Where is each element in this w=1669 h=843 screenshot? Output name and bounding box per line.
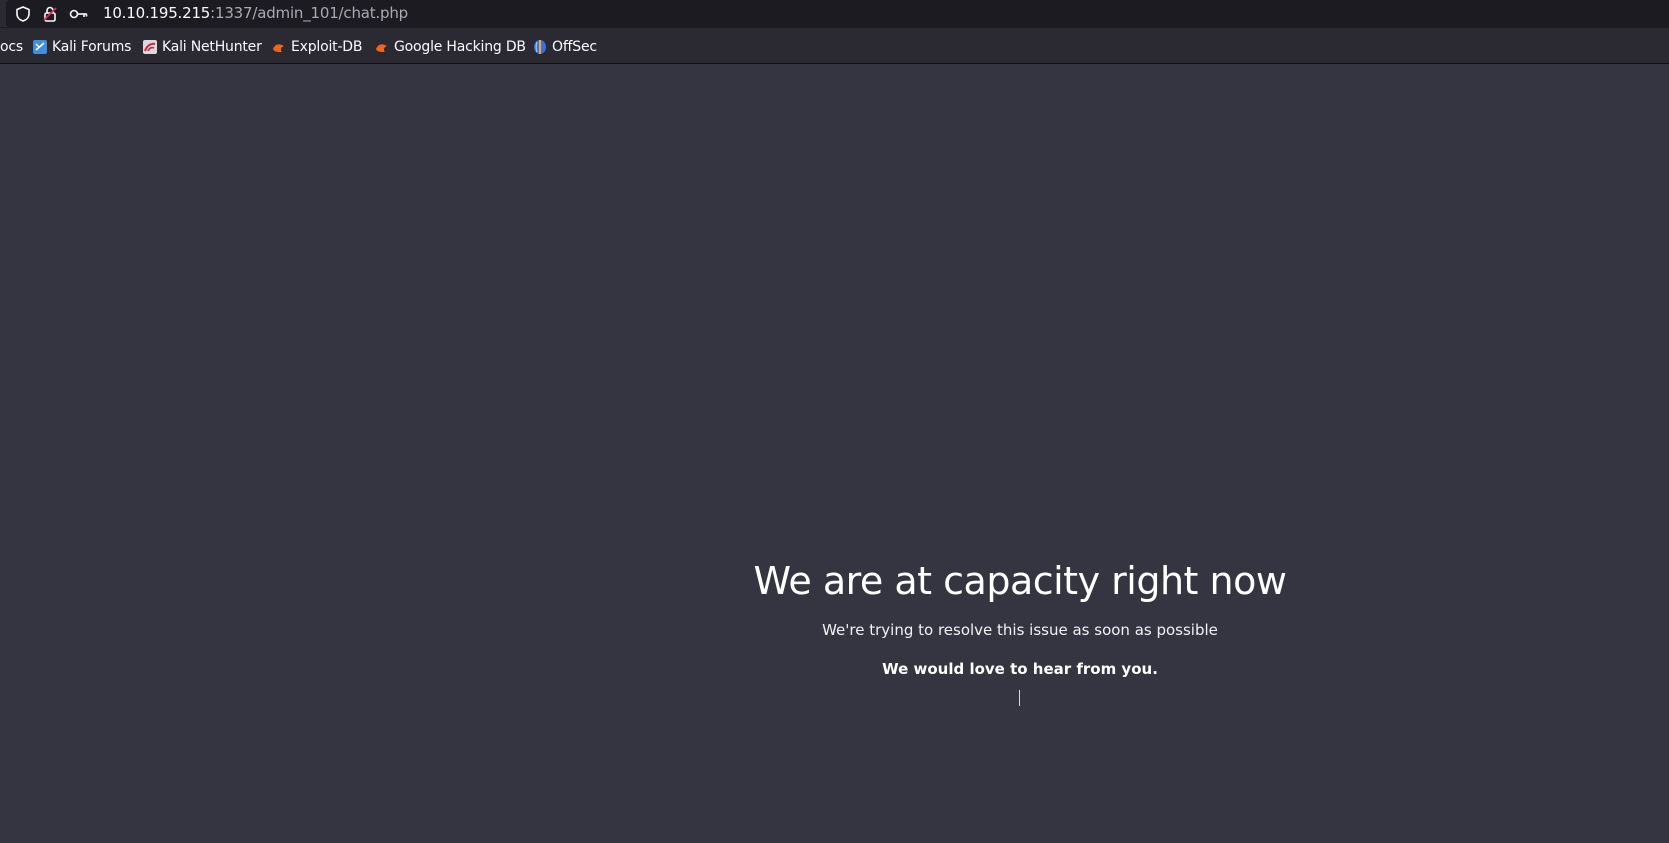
bookmark-label: ocs bbox=[0, 39, 23, 55]
url-host: 10.10.195.215 bbox=[103, 4, 211, 22]
bookmark-google-hacking-db[interactable]: Google Hacking DB bbox=[374, 38, 526, 56]
bookmark-label: Exploit-DB bbox=[291, 39, 363, 55]
key-icon[interactable] bbox=[69, 5, 88, 23]
shield-icon[interactable] bbox=[14, 5, 32, 23]
page-title: We are at capacity right now bbox=[753, 559, 1287, 603]
page-content bbox=[0, 64, 1669, 843]
url-path: :1337/admin_101/chat.php bbox=[210, 4, 408, 22]
text-cursor bbox=[1019, 690, 1020, 706]
offsec-icon bbox=[532, 39, 548, 55]
kali-nethunter-icon bbox=[142, 39, 158, 55]
google-hacking-db-icon bbox=[374, 39, 390, 55]
url-text[interactable]: 10.10.195.215:1337/admin_101/chat.php bbox=[103, 4, 408, 22]
bookmark-docs[interactable]: ocs bbox=[0, 38, 23, 56]
status-message: We're trying to resolve this issue as so… bbox=[822, 621, 1218, 639]
bookmark-exploit-db[interactable]: Exploit-DB bbox=[271, 38, 362, 56]
bookmark-offsec[interactable]: OffSec bbox=[532, 38, 597, 56]
bookmark-label: OffSec bbox=[552, 39, 597, 55]
bookmark-kali-nethunter[interactable]: Kali NetHunter bbox=[142, 38, 262, 56]
bookmark-label: Kali Forums bbox=[52, 39, 132, 55]
kali-forums-icon bbox=[32, 39, 48, 55]
bookmark-kali-forums[interactable]: Kali Forums bbox=[32, 38, 131, 56]
browser-toolbar: 10.10.195.215:1337/admin_101/chat.php bbox=[0, 0, 1669, 28]
exploit-db-icon bbox=[271, 39, 287, 55]
insecure-lock-icon[interactable] bbox=[41, 5, 59, 23]
bookmark-label: Kali NetHunter bbox=[162, 39, 262, 55]
address-bar[interactable]: 10.10.195.215:1337/admin_101/chat.php bbox=[6, 0, 1669, 27]
bookmark-label: Google Hacking DB bbox=[394, 39, 526, 55]
bookmarks-toolbar: ocs Kali Forums Kali NetHunter Exploit-D… bbox=[0, 28, 1669, 64]
feedback-heading: We would love to hear from you. bbox=[882, 660, 1158, 678]
